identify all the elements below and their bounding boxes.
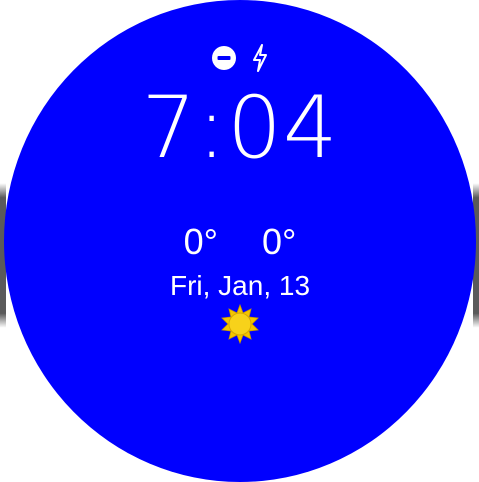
- charging-icon: [251, 44, 269, 72]
- clock-time: 7:04: [141, 78, 339, 178]
- temperature-row: 0° 0°: [4, 220, 476, 264]
- status-bar: [4, 44, 476, 72]
- watch-face[interactable]: 7:04 0° 0° Fri, Jan, 13: [4, 0, 476, 482]
- temperature-high: 0°: [183, 221, 218, 262]
- do-not-disturb-icon: [211, 45, 237, 71]
- date-label: Fri, Jan, 13: [169, 270, 311, 301]
- watch-screen: 7:04 0° 0° Fri, Jan, 13: [0, 0, 479, 482]
- sun-icon[interactable]: [220, 303, 260, 345]
- temperature-low: 0°: [262, 221, 297, 262]
